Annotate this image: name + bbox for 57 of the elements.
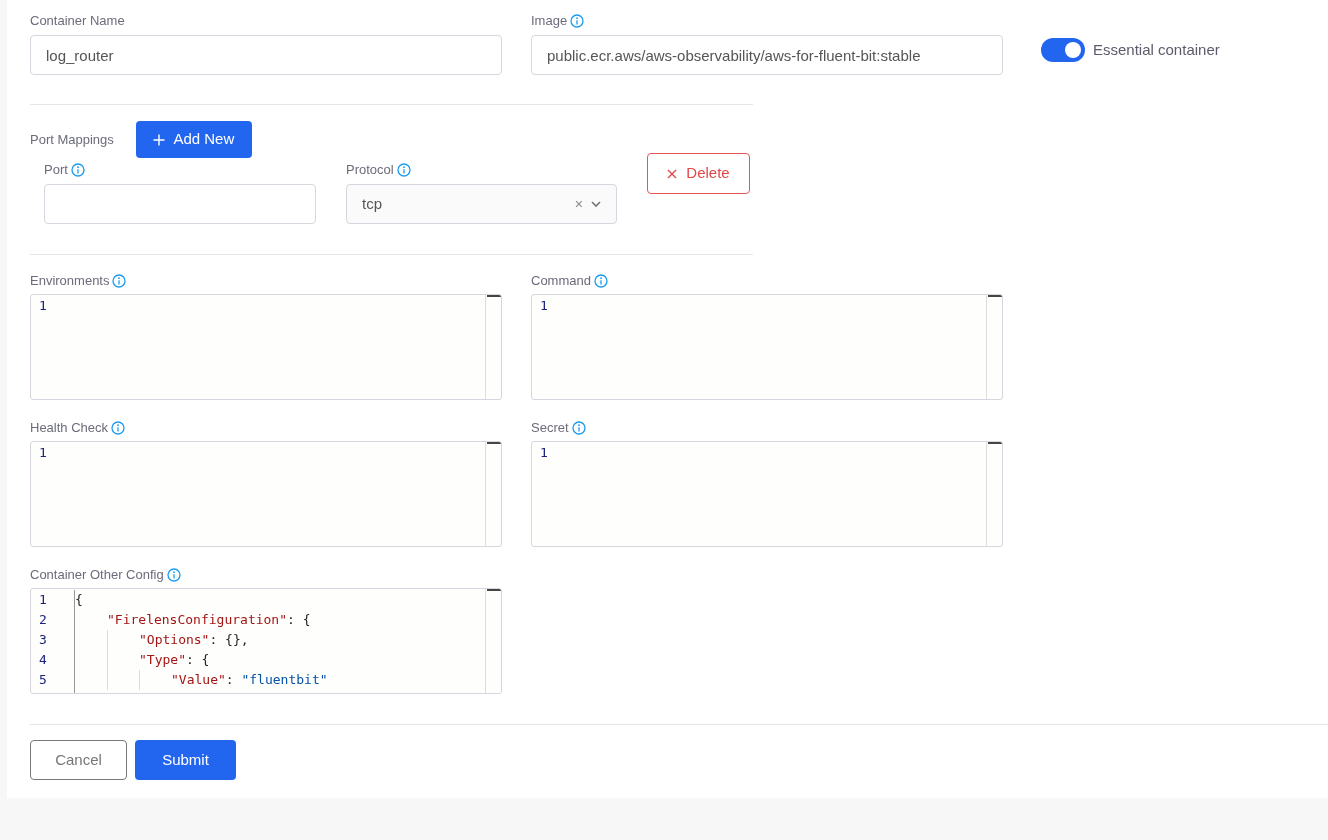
field-label: Secret [531, 419, 569, 438]
cancel-button[interactable]: Cancel [30, 740, 127, 780]
scrollbar[interactable] [485, 442, 501, 546]
text-field[interactable] [44, 184, 316, 224]
line-number: 1 [39, 297, 48, 315]
scrollbar[interactable] [485, 589, 501, 693]
text-field[interactable]: public.ecr.aws/aws-observability/aws-for-fluent-bit:stable [531, 35, 1003, 75]
info-icon[interactable] [70, 163, 85, 177]
toggle-switch[interactable] [1041, 38, 1085, 62]
scrollbar[interactable] [485, 295, 501, 399]
code-editor[interactable]: 1 [30, 294, 502, 400]
scrollbar[interactable] [986, 295, 1002, 399]
code-editor[interactable]: 1 [30, 441, 502, 547]
close-icon [667, 168, 678, 179]
line-number: 2 [39, 611, 48, 629]
info-icon[interactable] [112, 274, 127, 288]
text-field[interactable]: log_router [30, 35, 502, 75]
code-editor[interactable]: 1 2 3 4 5 { "FirelensConfiguration": { "Options": {}, "Type": { "Value": "fluentbit" [30, 588, 502, 694]
submit-button[interactable]: Submit [135, 740, 236, 780]
line-number: 4 [39, 651, 48, 669]
chevron-down-icon [591, 200, 601, 208]
add-new-button[interactable]: Add New [135, 121, 252, 158]
code-editor[interactable]: 1 [531, 441, 1003, 547]
toggle-label: Essential container [1093, 39, 1220, 60]
field-label: Command [531, 272, 591, 291]
line-number: 1 [39, 591, 48, 609]
field-label: Container Name [30, 12, 125, 31]
code-line: "Options": {}, [139, 631, 249, 649]
scrollbar[interactable] [986, 442, 1002, 546]
code-line: { [75, 591, 83, 609]
delete-button[interactable]: Delete [647, 153, 750, 194]
code-editor[interactable]: 1 [531, 294, 1003, 400]
field-label: Container Other Config [30, 566, 164, 585]
code-line: "FirelensConfiguration": { [107, 611, 311, 629]
line-number: 1 [540, 444, 549, 462]
clear-button[interactable]: × [574, 193, 583, 215]
field-label: Port [44, 161, 68, 180]
field-label: Environments [30, 272, 110, 291]
select-value: tcp [362, 193, 383, 214]
line-number: 3 [39, 631, 48, 649]
section-label: Port Mappings [30, 130, 114, 149]
field-label: Protocol [346, 161, 394, 180]
info-icon[interactable] [166, 568, 181, 582]
protocol-select[interactable]: tcp × [346, 184, 617, 224]
plus-icon [153, 133, 166, 146]
info-icon[interactable] [111, 421, 126, 435]
field-label: Image [531, 12, 568, 31]
line-number: 1 [540, 297, 549, 315]
info-icon[interactable] [593, 274, 608, 288]
line-number: 5 [39, 671, 48, 689]
field-label: Health Check [30, 419, 109, 438]
info-icon[interactable] [571, 421, 586, 435]
code-line: "Type": { [139, 651, 210, 669]
code-line: "Value": "fluentbit" [171, 671, 328, 689]
info-icon[interactable] [396, 163, 411, 177]
info-icon[interactable] [570, 14, 585, 28]
line-number: 1 [39, 444, 48, 462]
